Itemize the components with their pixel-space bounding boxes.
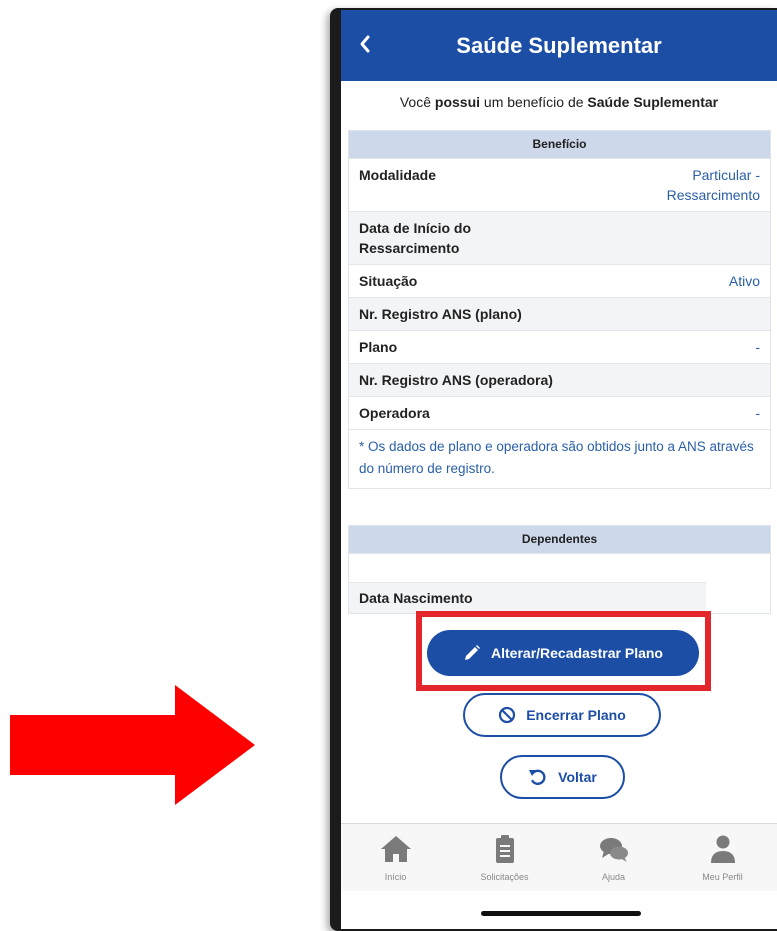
benefit-row-label: Modalidade <box>359 167 437 183</box>
benefit-table-header: Benefício <box>349 131 770 158</box>
tab-inicio[interactable]: Início <box>341 824 450 891</box>
ban-icon <box>499 706 516 724</box>
benefit-row-value: Ativo <box>728 273 760 289</box>
benefit-row: Data de Início do Ressarcimento <box>349 211 770 264</box>
dependents-birthdate-label: Data Nascimento <box>349 582 706 613</box>
home-indicator <box>481 911 641 916</box>
benefit-row-value: - <box>755 405 760 421</box>
back-action-label: Voltar <box>558 769 597 785</box>
benefit-row: Nr. Registro ANS (plano) <box>349 297 770 330</box>
benefit-row: Nr. Registro ANS (operadora) <box>349 363 770 396</box>
end-plan-button[interactable]: Encerrar Plano <box>463 693 661 737</box>
tab-ajuda[interactable]: Ajuda <box>559 824 668 891</box>
bottom-tab-bar: Início Solicitações Ajuda Meu Perfil <box>341 823 777 891</box>
benefit-row: Plano - <box>349 330 770 363</box>
back-button[interactable] <box>359 34 379 58</box>
chat-bubbles-icon <box>599 838 628 862</box>
benefit-row: Modalidade Particular - Ressarcimento <box>349 158 770 211</box>
benefit-row-label: Data de Início do Ressarcimento <box>359 220 472 256</box>
home-icon <box>380 836 411 862</box>
benefit-row-value: Particular - Ressarcimento <box>666 167 760 203</box>
benefit-row-value: - <box>755 339 760 355</box>
dependents-empty-row <box>349 553 770 582</box>
chevron-left-icon <box>360 35 370 53</box>
end-plan-label: Encerrar Plano <box>526 707 626 723</box>
benefit-row: Operadora - <box>349 396 770 429</box>
dependents-table-header: Dependentes <box>349 526 770 553</box>
phone-screen: Saúde Suplementar Você possui um benefíc… <box>341 10 777 929</box>
annotation-arrow <box>10 685 255 805</box>
benefit-row-label: Plano <box>359 339 398 355</box>
user-icon <box>710 835 735 863</box>
benefit-table: Benefício Modalidade Particular - Ressarc… <box>348 130 771 489</box>
change-plan-label: Alterar/Recadastrar Plano <box>491 645 663 661</box>
benefit-row-label: Situação <box>359 273 418 289</box>
page-title: Saúde Suplementar <box>456 32 662 58</box>
app-header: Saúde Suplementar <box>341 10 777 81</box>
pencil-icon <box>465 645 481 660</box>
benefit-note: * Os dados de plano e operadora são obti… <box>349 429 770 488</box>
benefit-row-label: Nr. Registro ANS (plano) <box>359 306 522 322</box>
intro-text: Você possui um benefício de Saúde Suplem… <box>399 94 719 110</box>
clipboard-icon <box>495 835 514 863</box>
tab-solicitacoes[interactable]: Solicitações <box>450 824 559 891</box>
tab-meu-perfil[interactable]: Meu Perfil <box>668 824 777 891</box>
change-plan-button[interactable]: Alterar/Recadastrar Plano <box>427 630 699 676</box>
dependents-table: Dependentes Data Nascimento <box>348 525 771 614</box>
benefit-row-label: Operadora <box>359 405 430 421</box>
benefit-row-label: Nr. Registro ANS (operadora) <box>359 372 553 388</box>
benefit-row: Situação Ativo <box>349 264 770 297</box>
undo-icon <box>529 769 546 786</box>
back-action-button[interactable]: Voltar <box>500 755 625 799</box>
